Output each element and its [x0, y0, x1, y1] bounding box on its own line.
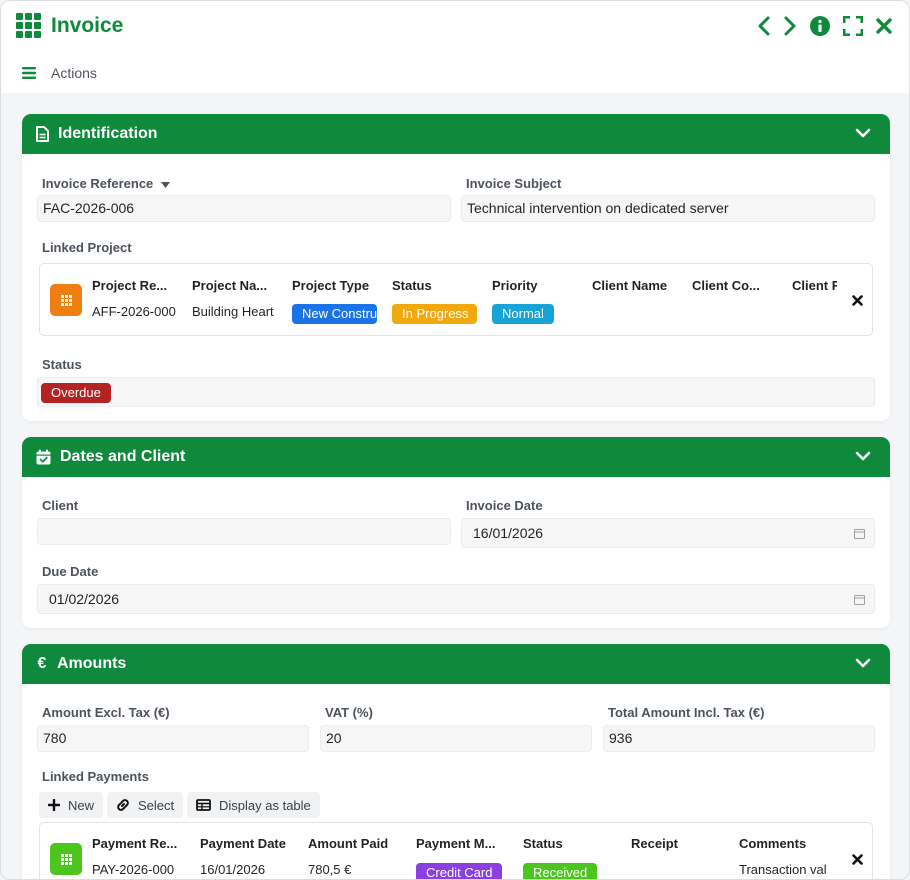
payment-status-badge: Received [523, 863, 598, 879]
amounts-header[interactable]: € Amounts [22, 644, 890, 684]
table-icon [196, 799, 211, 811]
invoice-subject-field[interactable]: Technical intervention on dedicated serv… [461, 195, 875, 222]
project-status-value: In Progress [392, 304, 477, 327]
plus-icon [48, 799, 60, 811]
linked-payments-label: Linked Payments [42, 769, 149, 784]
calendar-icon[interactable] [854, 528, 865, 539]
status-field[interactable]: Overdue [37, 377, 875, 407]
select-payment-label: Select [138, 797, 175, 813]
payment-status-value: Received [523, 863, 598, 879]
display-as-table-label: Display as table [219, 797, 311, 813]
amount-excl-tax-field[interactable]: 780 [37, 725, 309, 752]
window-title: Invoice [51, 13, 124, 37]
payment-col-receipt: Receipt [631, 836, 678, 851]
linked-project-label: Linked Project [42, 240, 132, 255]
payment-col-reference: Payment Re... [92, 836, 178, 851]
calendar-icon[interactable] [854, 594, 865, 605]
chevron-left-icon[interactable] [757, 16, 771, 36]
invoice-reference-field[interactable]: FAC-2026-006 [37, 195, 451, 222]
chevron-down-icon[interactable] [855, 127, 871, 139]
invoice-date-label: Invoice Date [466, 498, 543, 513]
actions-menu[interactable]: Actions [22, 65, 97, 81]
payment-col-status: Status [523, 836, 563, 851]
invoice-subject-label: Invoice Subject [466, 176, 562, 191]
payment-method-badge: Credit Card [416, 863, 503, 879]
project-col-priority: Priority [492, 278, 538, 293]
status-label: Status [42, 357, 82, 372]
fullscreen-icon[interactable] [843, 16, 863, 36]
total-amount-field[interactable]: 936 [603, 725, 875, 752]
payment-col-date: Payment Date [200, 836, 286, 851]
due-date-field[interactable]: 01/02/2026 [37, 584, 875, 614]
client-label: Client [42, 498, 79, 513]
dates-client-title: Dates and Client [60, 448, 186, 465]
calendar-check-icon [36, 449, 51, 465]
project-name-value: Building Heart [192, 304, 274, 319]
invoice-window: Invoice Actions Identification Invoice R… [0, 0, 910, 880]
payment-date-value: 16/01/2026 [200, 862, 266, 877]
remove-project-icon[interactable] [852, 295, 863, 306]
project-status-badge: In Progress [392, 304, 477, 324]
total-amount-label: Total Amount Incl. Tax (€) [608, 705, 765, 720]
app-grid-icon[interactable] [16, 13, 41, 38]
project-col-name: Project Na... [192, 278, 268, 293]
amounts-title: Amounts [57, 655, 127, 672]
project-type-value: New Constru [292, 304, 377, 327]
project-grid-icon [50, 284, 82, 316]
euro-icon: € [37, 655, 47, 672]
project-col-client-extra: Client F [792, 278, 837, 293]
payment-method-value: Credit Card [416, 863, 503, 879]
link-icon [117, 799, 129, 811]
payment-col-comments: Comments [739, 836, 807, 851]
chevron-right-icon[interactable] [783, 16, 797, 36]
project-type-badge: New Constru [292, 304, 377, 324]
linked-project-card[interactable]: Project Re... Project Na... Project Type… [39, 263, 873, 336]
identification-title: Identification [58, 125, 158, 142]
payment-col-amount: Amount Paid [308, 836, 389, 851]
client-field[interactable] [37, 518, 451, 545]
new-payment-label: New [68, 797, 95, 813]
project-col-client-contact: Client Co... [692, 278, 760, 293]
dates-client-header[interactable]: Dates and Client [22, 437, 890, 477]
caret-down-icon[interactable] [160, 181, 170, 188]
identification-header[interactable]: Identification [22, 114, 890, 154]
due-date-value: 01/02/2026 [49, 591, 120, 607]
payment-grid-icon [50, 843, 82, 875]
project-col-reference: Project Re... [92, 278, 168, 293]
chevron-down-icon[interactable] [855, 450, 871, 462]
document-icon [36, 126, 49, 142]
payment-amount-value: 780,5 € [308, 862, 352, 877]
info-icon[interactable] [809, 15, 831, 37]
vat-field[interactable]: 20 [320, 725, 592, 752]
invoice-date-value: 16/01/2026 [473, 525, 544, 541]
project-reference-value: AFF-2026-000 [92, 304, 176, 319]
amounts-section: € Amounts Amount Excl. Tax (€) 780 VAT (… [22, 644, 890, 879]
identification-section: Identification Invoice Reference FAC-202… [22, 114, 890, 421]
hamburger-icon[interactable] [22, 67, 36, 79]
select-payment-button[interactable]: Select [107, 792, 184, 818]
actions-label[interactable]: Actions [51, 65, 97, 81]
invoice-reference-label[interactable]: Invoice Reference [42, 176, 170, 191]
project-col-status: Status [392, 278, 432, 293]
status-badge: Overdue [41, 383, 111, 404]
close-icon[interactable] [875, 17, 893, 35]
project-col-type: Project Type [292, 278, 370, 293]
window-header: Invoice Actions [1, 1, 909, 93]
payment-reference-value: PAY-2026-000 [92, 862, 175, 877]
chevron-down-icon[interactable] [855, 657, 871, 669]
payment-comments-value: Transaction val [739, 862, 827, 877]
vat-label: VAT (%) [325, 705, 373, 720]
remove-payment-icon[interactable] [852, 854, 863, 865]
amount-excl-tax-label: Amount Excl. Tax (€) [42, 705, 170, 720]
new-payment-button[interactable]: New [39, 792, 104, 818]
project-priority-value: Normal [492, 304, 554, 327]
display-as-table-button[interactable]: Display as table [187, 792, 320, 818]
invoice-date-field[interactable]: 16/01/2026 [461, 518, 875, 548]
project-priority-badge: Normal [492, 304, 554, 324]
due-date-label: Due Date [42, 564, 99, 579]
dates-client-section: Dates and Client Client Invoice Date 16/… [22, 437, 890, 628]
payment-col-method: Payment M... [416, 836, 496, 851]
project-col-client-name: Client Name [592, 278, 668, 293]
linked-payment-card[interactable]: Payment Re... Payment Date Amount Paid P… [39, 822, 873, 879]
